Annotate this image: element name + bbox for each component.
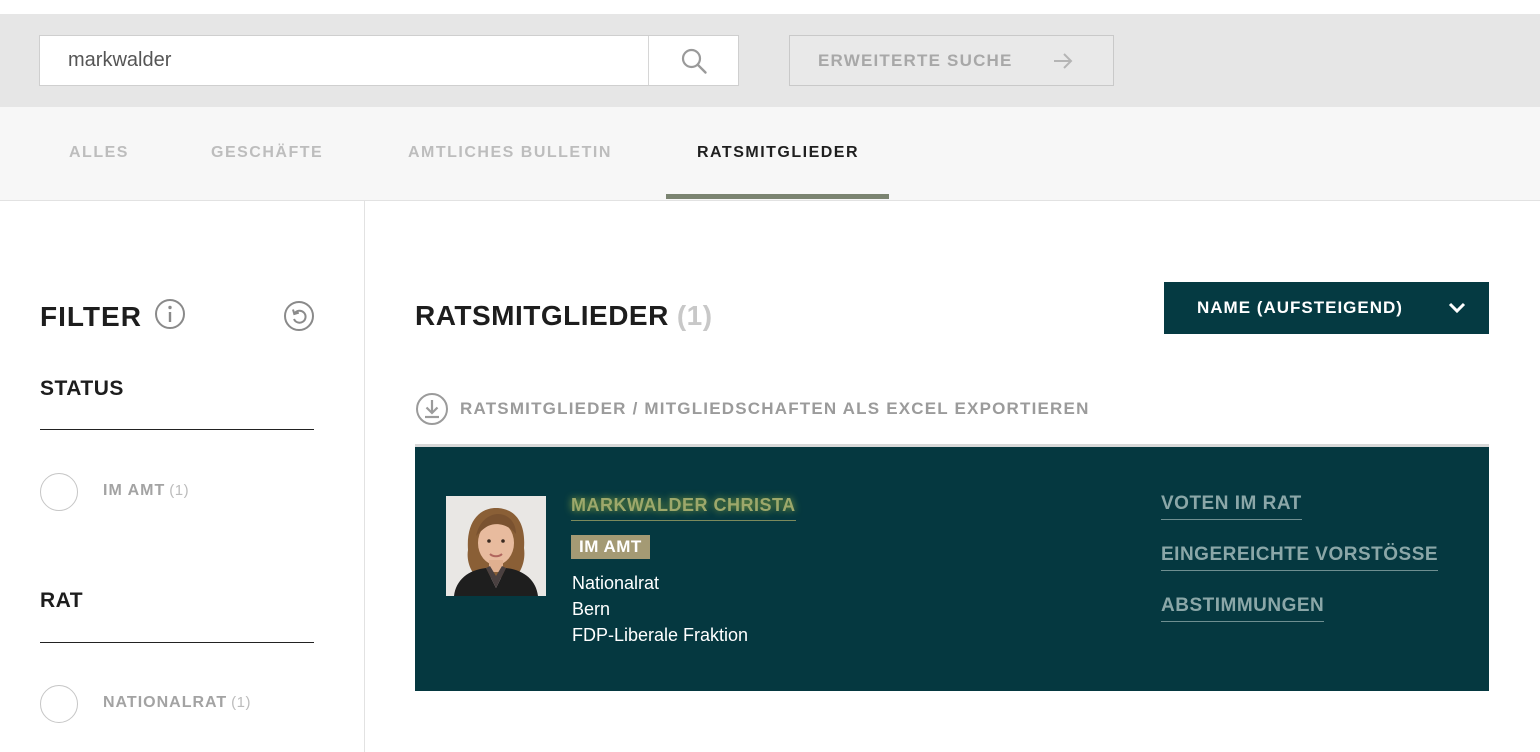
filter-title: FILTER	[40, 301, 142, 332]
export-label: RATSMITGLIEDER / MITGLIEDSCHAFTEN ALS EX…	[460, 399, 1090, 418]
info-icon[interactable]	[154, 298, 186, 330]
member-card: MARKWALDER CHRISTA IM AMT Nationalrat Be…	[415, 447, 1489, 691]
voten-im-rat-link[interactable]: VOTEN IM RAT	[1161, 493, 1302, 520]
radio-im-amt[interactable]	[40, 473, 78, 511]
filter-option-nationalrat[interactable]: NATIONALRAT (1)	[103, 694, 251, 712]
result-tabs: ALLES GESCHÄFTE AMTLICHES BULLETIN RATSM…	[0, 107, 1540, 201]
tab-geschaefte[interactable]: GESCHÄFTE	[211, 107, 323, 199]
chevron-down-icon	[1448, 302, 1466, 314]
page-title: RATSMITGLIEDER (1)	[415, 300, 713, 332]
export-excel-link[interactable]: RATSMITGLIEDER / MITGLIEDSCHAFTEN ALS EX…	[415, 392, 1090, 426]
filter-section-status: STATUS	[40, 377, 124, 400]
filter-option-count: (1)	[169, 482, 190, 499]
search-button[interactable]	[648, 36, 738, 85]
advanced-search-button[interactable]: ERWEITERTE SUCHE	[789, 35, 1114, 86]
results-title: RATSMITGLIEDER	[415, 300, 669, 331]
member-name-link[interactable]: MARKWALDER CHRISTA	[571, 495, 796, 521]
filter-option-count: (1)	[231, 694, 252, 711]
status-badge: IM AMT	[571, 535, 650, 559]
filter-option-label: IM AMT	[103, 482, 166, 499]
tab-alles[interactable]: ALLES	[69, 107, 129, 199]
radio-nationalrat[interactable]	[40, 685, 78, 723]
filter-option-im-amt[interactable]: IM AMT (1)	[103, 482, 189, 500]
abstimmungen-link[interactable]: ABSTIMMUNGEN	[1161, 595, 1325, 622]
reset-icon[interactable]	[283, 300, 315, 332]
member-canton: Bern	[572, 599, 611, 619]
search-icon	[681, 48, 707, 74]
avatar[interactable]	[446, 496, 546, 596]
download-icon	[416, 393, 448, 425]
search-input[interactable]	[40, 36, 648, 85]
search-bar: ERWEITERTE SUCHE	[0, 14, 1540, 107]
eingereichte-vorstoesse-link[interactable]: EINGEREICHTE VORSTÖSSE	[1161, 544, 1439, 571]
divider	[40, 642, 314, 643]
member-council: Nationalrat	[572, 573, 660, 593]
portrait-image	[446, 496, 546, 596]
tab-amtliches-bulletin[interactable]: AMTLICHES BULLETIN	[408, 107, 612, 199]
active-tab-indicator	[666, 194, 889, 199]
filter-option-label: NATIONALRAT	[103, 694, 228, 711]
arrow-right-icon	[1054, 53, 1073, 69]
sort-label: NAME (AUFSTEIGEND)	[1197, 298, 1403, 317]
filter-sidebar: FILTER STATUS IM AMT (1) RAT NATIONALRAT(…	[0, 201, 365, 752]
sort-dropdown[interactable]: NAME (AUFSTEIGEND)	[1164, 282, 1489, 334]
filter-section-rat: RAT	[40, 589, 84, 612]
advanced-search-label: ERWEITERTE SUCHE	[818, 50, 1013, 70]
results-count: (1)	[676, 300, 713, 331]
search-box	[39, 35, 739, 86]
divider	[40, 429, 314, 430]
tab-ratsmitglieder[interactable]: RATSMITGLIEDER	[697, 107, 859, 199]
member-faction: FDP-Liberale Fraktion	[572, 625, 749, 645]
